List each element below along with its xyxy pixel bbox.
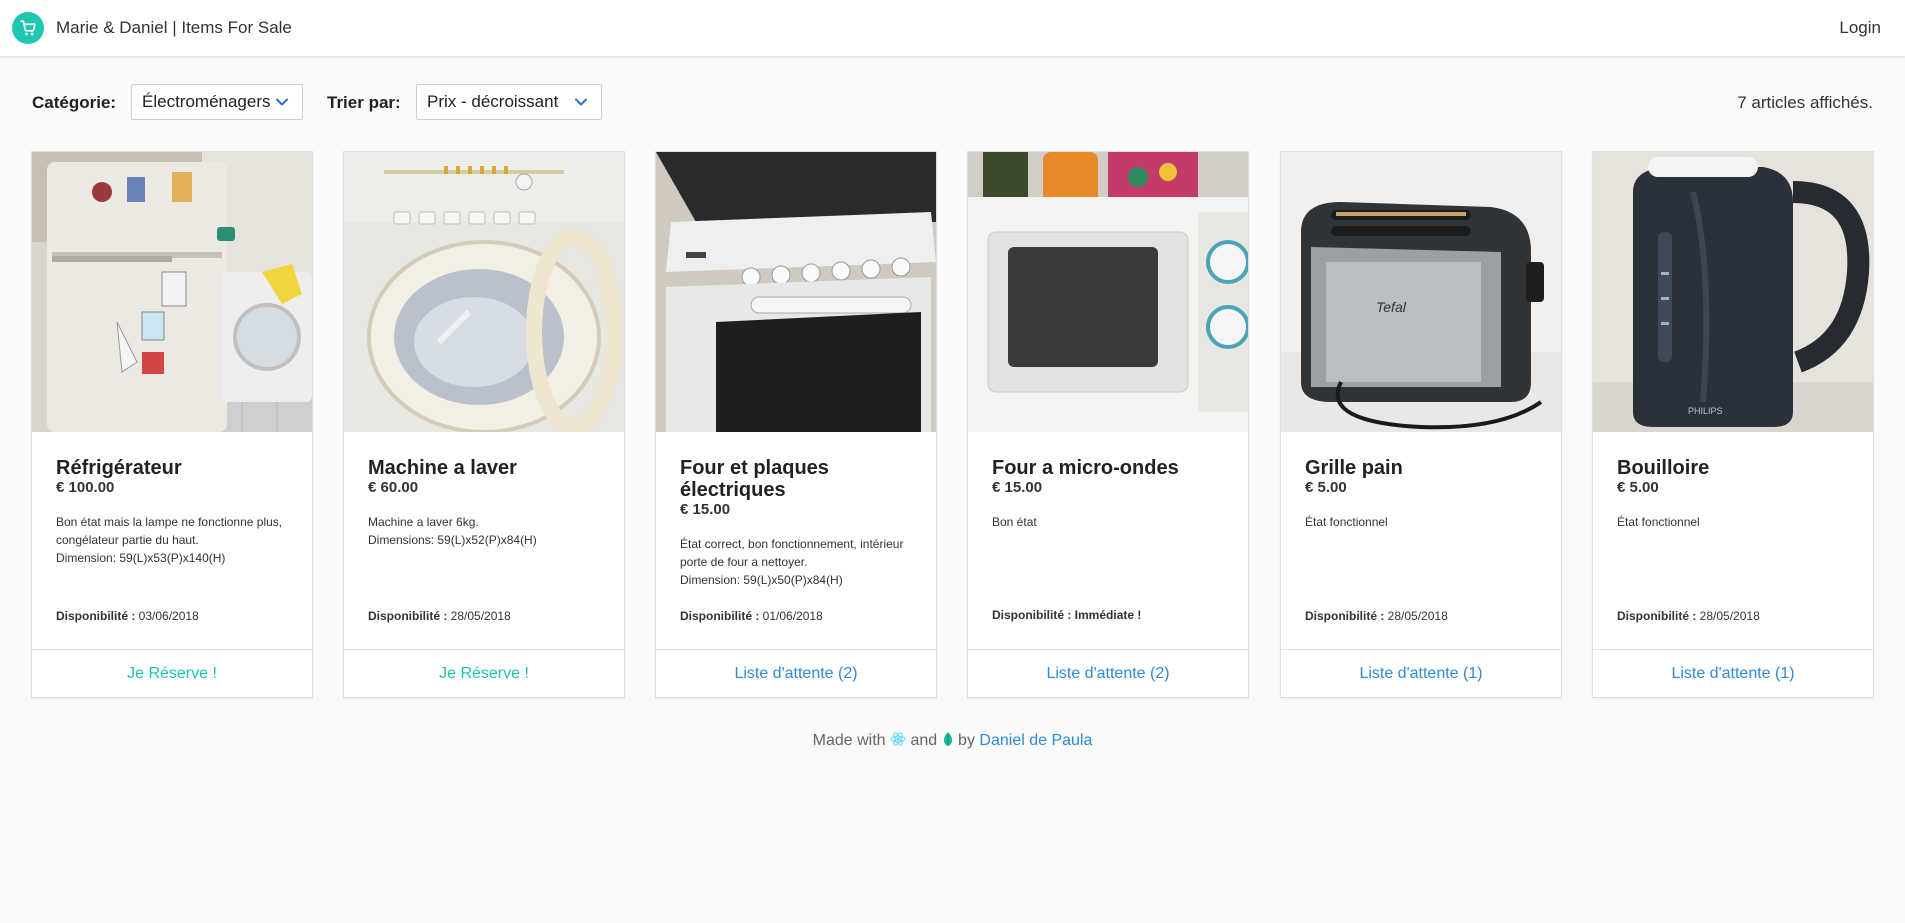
sort-select[interactable]: Prix - décroissant [416,84,602,120]
footer-made-with: Made with [812,732,886,749]
product-image [32,152,312,432]
availability-label: Disponibilité : [992,608,1072,622]
product-description: Bon état [992,515,1037,529]
availability-value: 28/05/2018 [1384,609,1448,623]
waitlist-button[interactable]: Liste d'attente (2) [968,649,1248,697]
availability-label: Disponibilité : [1617,609,1697,623]
reserve-button[interactable]: Je Réserve ! [344,649,624,697]
product-image [656,152,936,432]
product-availability: Disponibilité : 03/06/2018 [56,609,199,623]
product-price: € 100.00 [56,479,115,496]
category-select-value: Électroménagers [142,92,271,111]
waitlist-button[interactable]: Liste d'attente (1) [1593,649,1873,697]
product-availability: Disponibilité : 28/05/2018 [1617,609,1760,623]
sort-label: Trier par: [327,93,401,112]
product-description: Bon état mais la lampe ne fonctionne plu… [56,515,283,565]
product-description: État fonctionnel [1305,515,1388,529]
availability-label: Disponibilité : [368,609,448,623]
product-price: € 5.00 [1305,479,1347,496]
chevron-down-icon [276,98,288,106]
items-count: 7 articles affichés. [1737,93,1873,112]
product-availability: Disponibilité : 01/06/2018 [680,609,823,623]
chevron-down-icon [575,98,587,106]
product-card: PHILIPS Bouilloire € 5.00 État fonctionn… [1592,151,1874,698]
availability-label: Disponibilité : [1305,609,1385,623]
product-description: État fonctionnel [1617,515,1700,529]
product-title: Machine a laver [368,457,517,479]
category-select[interactable]: Électroménagers [131,84,303,120]
availability-value: 28/05/2018 [447,609,511,623]
react-icon [890,732,906,746]
product-price: € 15.00 [680,501,731,518]
product-availability: Disponibilité : 28/05/2018 [368,609,511,623]
product-card: Four a micro-ondes € 15.00 Bon état Disp… [967,151,1249,698]
product-image [968,152,1248,432]
product-price: € 5.00 [1617,479,1659,496]
waitlist-button[interactable]: Liste d'attente (2) [656,649,936,697]
sort-select-value: Prix - décroissant [427,92,559,111]
availability-label: Disponibilité : [56,609,136,623]
availability-value: 28/05/2018 [1696,609,1760,623]
product-price: € 60.00 [368,479,419,496]
footer: Made with and by Daniel de Paula [0,731,1905,750]
product-title: Bouilloire [1617,457,1710,479]
shopping-cart-icon[interactable] [12,12,44,44]
product-description: État correct, bon fonctionnement, intéri… [680,537,904,587]
reserve-button[interactable]: Je Réserve ! [32,649,312,697]
category-label: Catégorie: [32,93,117,112]
product-title: Réfrigérateur [56,457,182,479]
site-title[interactable]: Marie & Daniel | Items For Sale [56,18,292,38]
product-availability: Disponibilité : 28/05/2018 [1305,609,1448,623]
availability-value: 01/06/2018 [759,609,823,623]
product-title: Four a micro-ondes [992,457,1179,479]
footer-and: and [910,732,938,749]
product-card: Four et plaques électriques € 15.00 État… [655,151,937,698]
product-title: Four et plaques électriques [680,457,829,501]
product-image [344,152,624,432]
product-card: Réfrigérateur € 100.00 Bon état mais la … [31,151,313,698]
footer-by: by [958,732,975,749]
product-card: Machine a laver € 60.00 Machine a laver … [343,151,625,698]
waitlist-button[interactable]: Liste d'attente (1) [1281,649,1561,697]
availability-label: Disponibilité : [680,609,760,623]
product-description: Machine a laver 6kg. Dimensions: 59(L)x5… [368,515,537,547]
availability-value: Immédiate ! [1071,608,1142,622]
login-link[interactable]: Login [1839,18,1881,38]
product-card: Tefal Grille pain € 5.00 État fonctionne… [1280,151,1562,698]
leaf-icon [943,732,952,746]
svg-text:Tefal: Tefal [1376,299,1407,315]
svg-text:PHILIPS: PHILIPS [1688,406,1723,416]
top-navbar: Marie & Daniel | Items For Sale Login [0,0,1905,56]
product-availability: Disponibilité : Immédiate ! [992,608,1141,622]
product-image: Tefal [1281,152,1561,432]
author-link[interactable]: Daniel de Paula [979,732,1092,749]
product-price: € 15.00 [992,479,1043,496]
availability-value: 03/06/2018 [135,609,199,623]
product-title: Grille pain [1305,457,1403,479]
product-image: PHILIPS [1593,152,1873,432]
